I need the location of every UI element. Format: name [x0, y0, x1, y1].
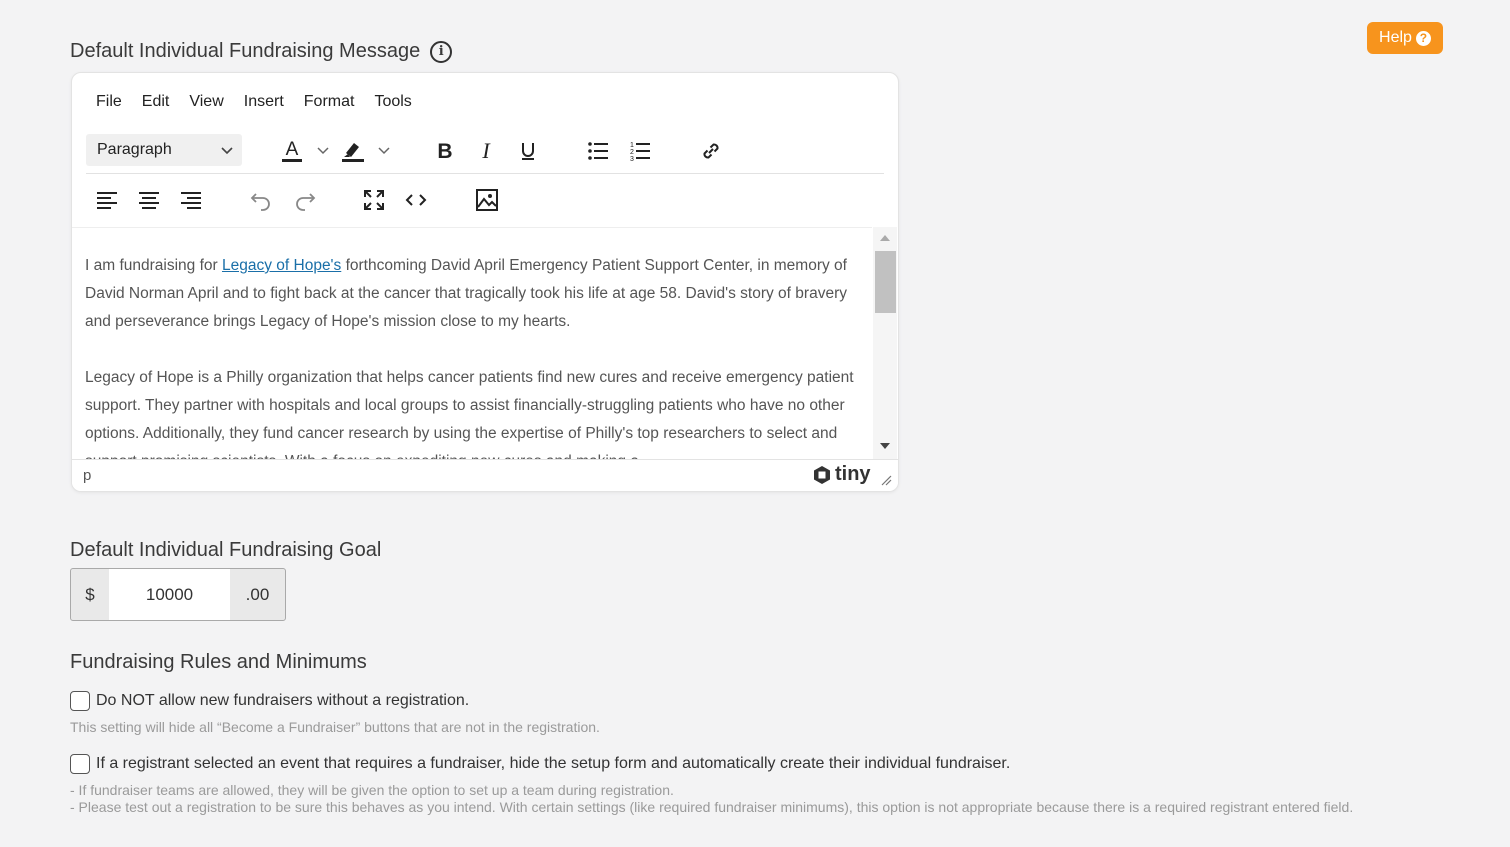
rule-2-row: If a registrant selected an event that r… — [70, 754, 1010, 774]
bullet-list-button[interactable] — [583, 136, 613, 166]
goal-amount-input[interactable] — [109, 569, 230, 620]
editor-toolbar-row-2 — [86, 179, 884, 219]
link-icon — [703, 143, 719, 159]
menu-insert[interactable]: Insert — [234, 91, 294, 113]
menu-file[interactable]: File — [86, 91, 132, 113]
rules-section-title: Fundraising Rules and Minimums — [70, 651, 367, 673]
tiny-brand-text: tiny — [835, 463, 871, 485]
editor-toolbar-row-1: Paragraph A B I 1 2 3 — [86, 133, 884, 174]
scroll-up-arrow-icon[interactable] — [879, 233, 891, 243]
undo-icon — [250, 193, 270, 211]
align-center-button[interactable] — [134, 185, 164, 215]
content-paragraph-1: I am fundraising for Legacy of Hope's fo… — [72, 252, 872, 336]
align-right-button[interactable] — [176, 185, 206, 215]
redo-button[interactable] — [290, 185, 320, 215]
text-color-icon: A — [282, 139, 302, 162]
image-icon — [476, 189, 498, 211]
currency-addon: $ — [85, 584, 95, 604]
rule-2-hints: - If fundraiser teams are allowed, they … — [70, 782, 1430, 816]
help-label: Help — [1379, 29, 1412, 46]
svg-text:3: 3 — [630, 156, 634, 162]
bold-button[interactable]: B — [430, 136, 460, 166]
editor-statusbar: p tiny — [72, 459, 898, 491]
rule-1-row: Do NOT allow new fundraisers without a r… — [70, 691, 469, 711]
link-button[interactable] — [695, 136, 727, 166]
scrollbar-thumb[interactable] — [875, 251, 896, 313]
align-right-icon — [181, 192, 201, 209]
text-color-button[interactable]: A — [278, 135, 306, 167]
svg-text:A: A — [286, 139, 299, 160]
chevron-down-icon — [221, 147, 233, 155]
menu-edit[interactable]: Edit — [132, 91, 180, 113]
svg-text:I: I — [481, 140, 491, 162]
bold-icon: B — [437, 140, 452, 162]
rule-2-hint-1: - If fundraiser teams are allowed, they … — [70, 782, 674, 798]
rich-text-editor: File Edit View Insert Format Tools Parag… — [71, 72, 899, 492]
block-format-value: Paragraph — [97, 141, 172, 158]
align-left-icon — [97, 192, 117, 209]
insert-image-button[interactable] — [472, 185, 502, 215]
block-format-select[interactable]: Paragraph — [86, 134, 242, 166]
undo-button[interactable] — [246, 185, 276, 215]
resize-handle-icon[interactable] — [880, 474, 892, 486]
rule-1-label[interactable]: Do NOT allow new fundraisers without a r… — [96, 692, 469, 710]
cents-addon: .00 — [245, 584, 270, 604]
underline-button[interactable] — [513, 136, 543, 166]
rule-1-checkbox[interactable] — [70, 691, 90, 711]
question-circle-icon: ? — [1415, 30, 1431, 46]
svg-text:1: 1 — [630, 142, 634, 149]
menu-view[interactable]: View — [179, 91, 233, 113]
highlight-color-button[interactable] — [339, 135, 367, 167]
source-code-button[interactable] — [401, 185, 431, 215]
tiny-brand[interactable]: tiny — [812, 463, 871, 486]
fullscreen-icon — [364, 190, 384, 210]
italic-button[interactable]: I — [471, 136, 501, 166]
tiny-logo-icon — [814, 465, 830, 484]
highlighter-icon — [342, 143, 364, 162]
rule-2-label[interactable]: If a registrant selected an event that r… — [96, 755, 1010, 773]
rule-2-hint-2: - Please test out a registration to be s… — [70, 799, 1354, 815]
align-center-icon — [139, 192, 159, 209]
numbered-list-button[interactable]: 1 2 3 — [625, 136, 655, 166]
italic-icon: I — [481, 140, 491, 162]
message-section-title: Default Individual Fundraising Message i — [70, 40, 453, 63]
underline-icon — [522, 143, 534, 160]
rule-2-checkbox[interactable] — [70, 754, 90, 774]
help-button[interactable]: Help ? — [1367, 22, 1443, 54]
element-path[interactable]: p — [83, 467, 91, 484]
text-color-dropdown[interactable] — [314, 141, 332, 161]
menu-tools[interactable]: Tools — [364, 91, 421, 113]
editor-scrollbar[interactable] — [873, 227, 897, 459]
info-icon[interactable]: i — [430, 40, 453, 63]
code-icon — [405, 194, 427, 206]
chevron-down-icon — [317, 147, 329, 155]
svg-text:B: B — [437, 140, 452, 162]
legacy-of-hope-link[interactable]: Legacy of Hope's — [222, 257, 341, 274]
editor-content-area[interactable]: I am fundraising for Legacy of Hope's fo… — [72, 227, 872, 460]
editor-menubar: File Edit View Insert Format Tools — [86, 91, 422, 113]
redo-icon — [296, 193, 316, 211]
rule-1-hint: This setting will hide all “Become a Fun… — [70, 719, 600, 735]
menu-format[interactable]: Format — [294, 91, 365, 113]
goal-input-group: $ .00 — [70, 568, 286, 621]
scroll-down-arrow-icon[interactable] — [879, 441, 891, 451]
align-left-button[interactable] — [92, 185, 122, 215]
paragraph-1-text-start: I am fundraising for — [85, 257, 222, 274]
chevron-down-icon — [378, 147, 390, 155]
bullet-list-icon — [588, 142, 608, 160]
fullscreen-button[interactable] — [359, 185, 389, 215]
message-title-text: Default Individual Fundraising Message — [70, 40, 421, 62]
svg-text:2: 2 — [630, 149, 634, 156]
goal-section-title: Default Individual Fundraising Goal — [70, 539, 382, 561]
content-paragraph-2: Legacy of Hope is a Philly organization … — [85, 369, 854, 460]
highlight-color-dropdown[interactable] — [375, 141, 393, 161]
numbered-list-icon: 1 2 3 — [630, 142, 650, 162]
